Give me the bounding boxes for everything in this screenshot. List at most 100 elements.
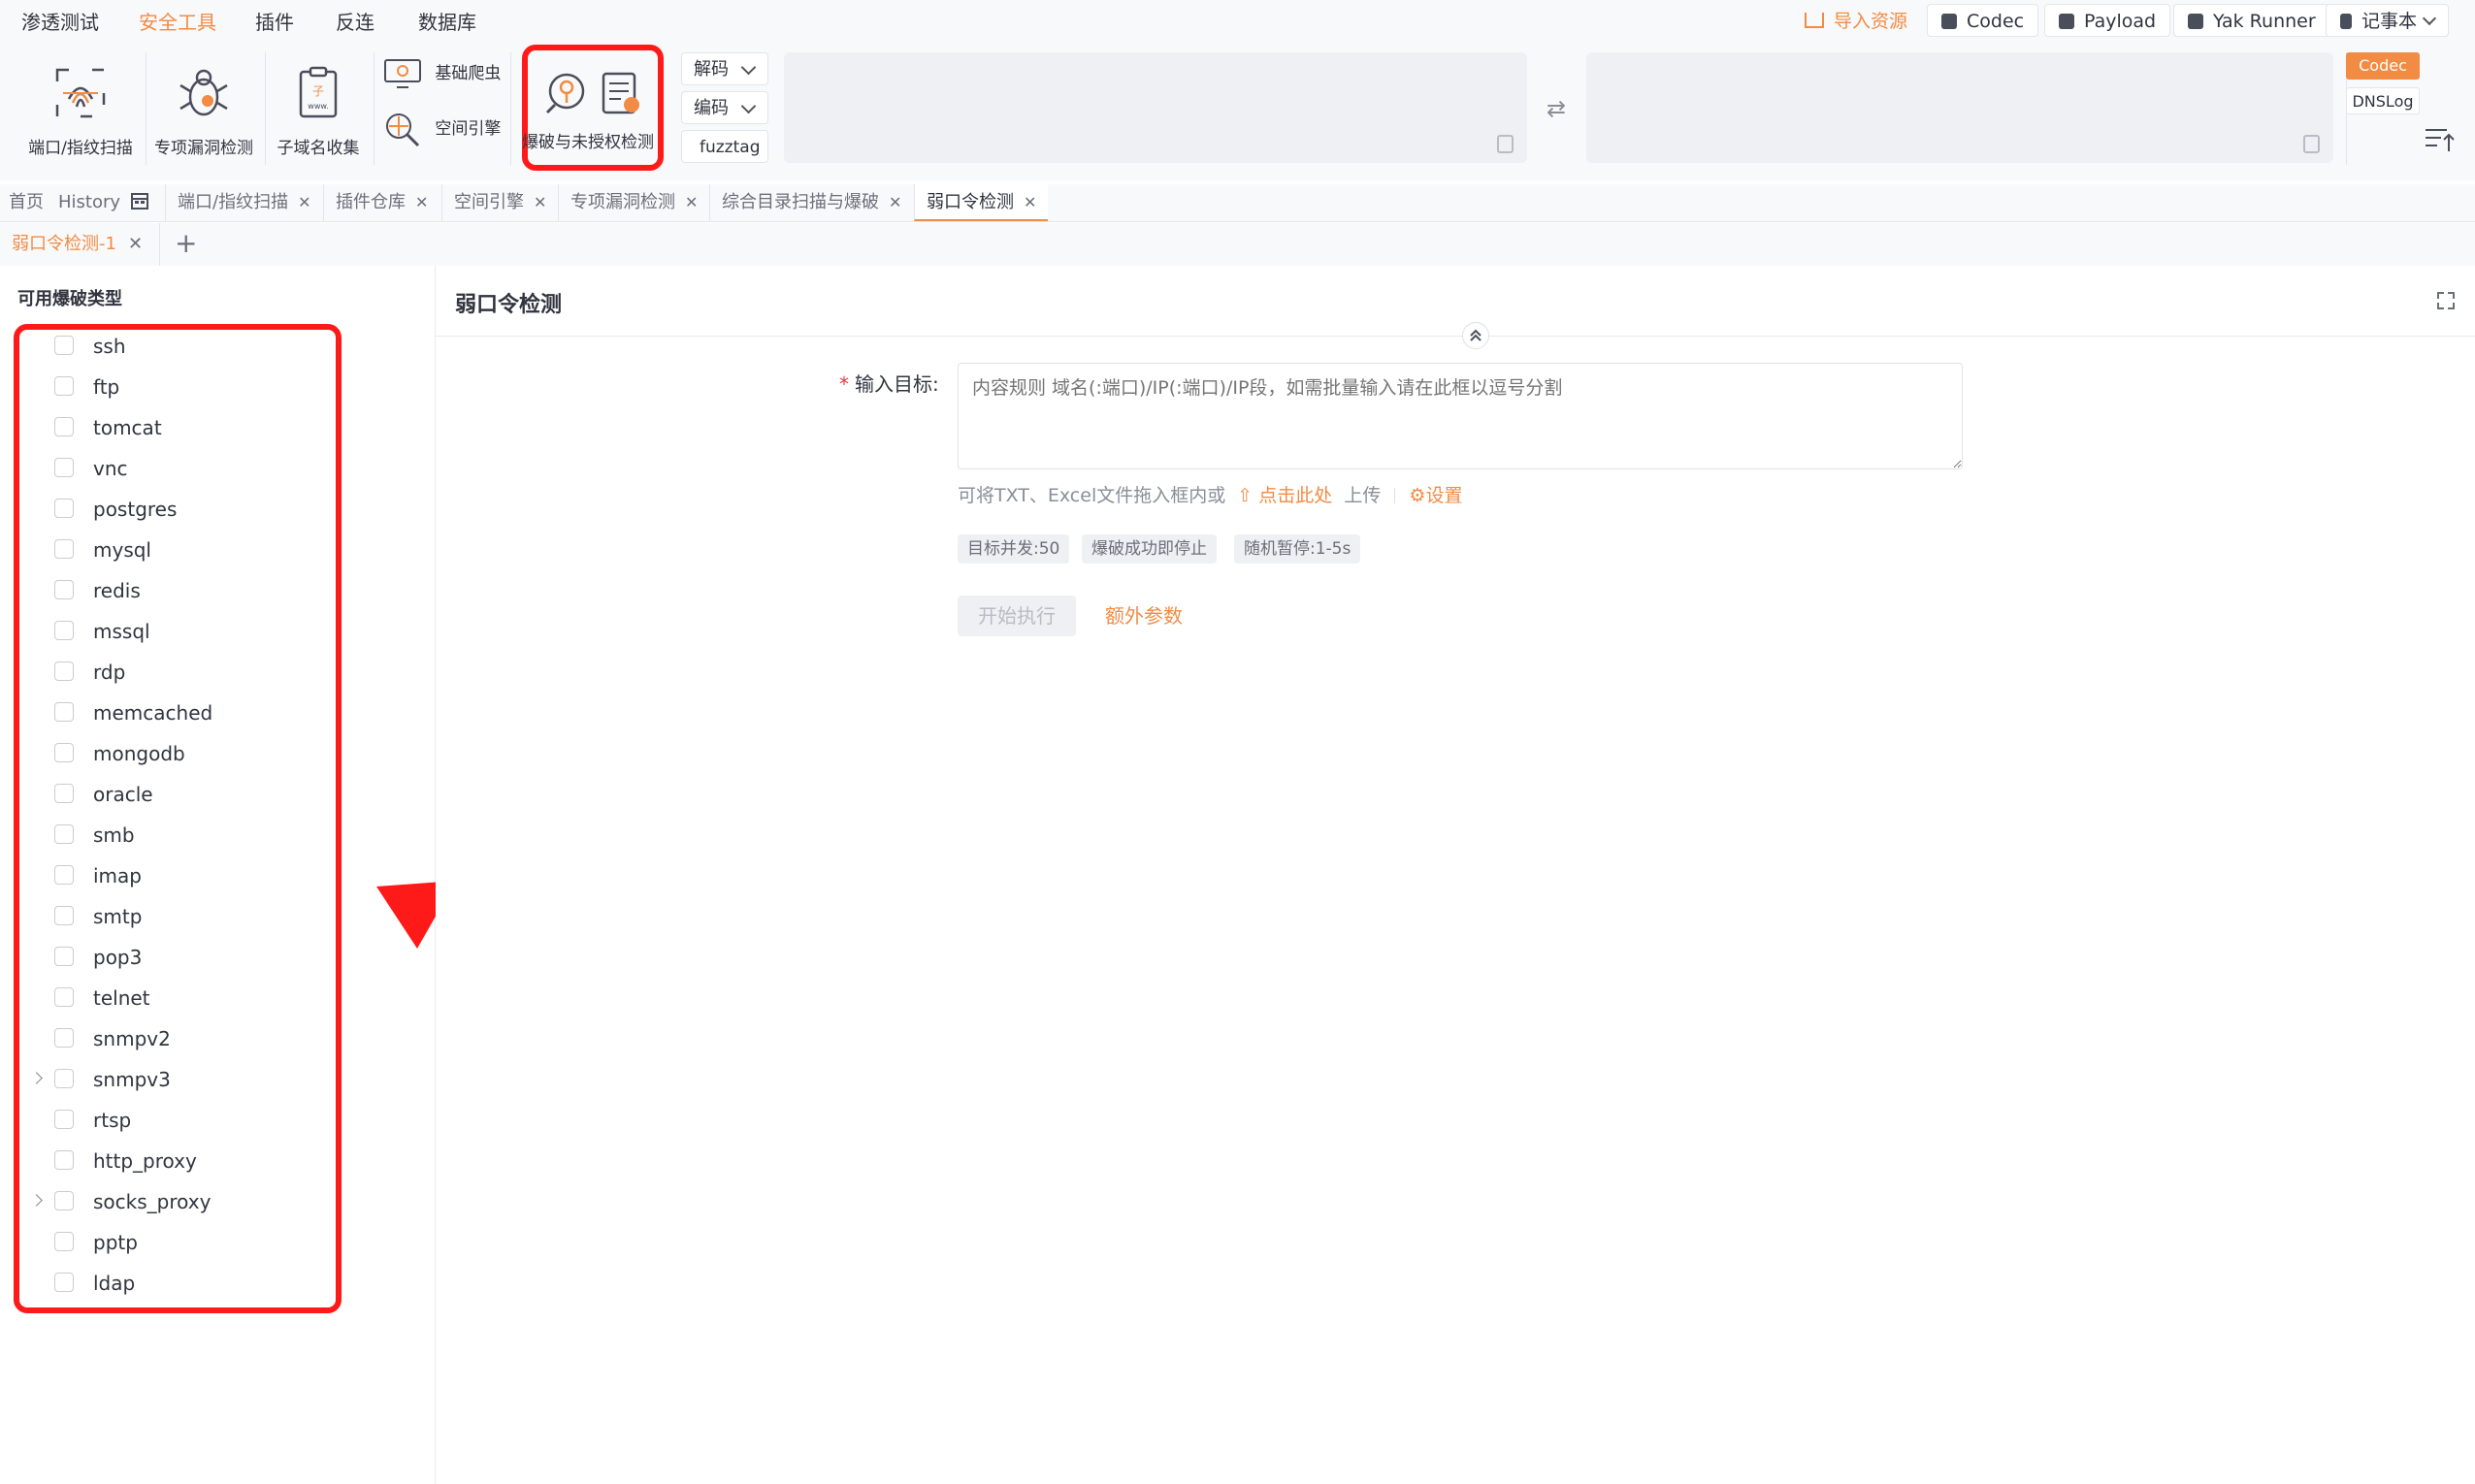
- toolbar-divider: [265, 52, 266, 165]
- brute-type-label: ldap: [93, 1272, 136, 1295]
- brute-type-checkbox[interactable]: [54, 906, 74, 925]
- main-panel: 弱口令检测 *输入目标: 可将TXT、Excel文件拖入框内或 ⇧ 点击此处 上…: [436, 266, 2475, 1484]
- codec-side-tab[interactable]: Codec: [2346, 52, 2420, 80]
- sub-tabs: 弱口令检测-1 ✕ +: [0, 223, 2475, 267]
- tab-history[interactable]: History: [58, 184, 120, 221]
- double-chevron-up-icon: [1470, 329, 1482, 341]
- brute-type-checkbox[interactable]: [54, 1110, 74, 1129]
- notebook-icon: [2340, 14, 2352, 29]
- brute-type-checkbox[interactable]: [54, 580, 74, 599]
- extra-params-button[interactable]: 额外参数: [1105, 596, 1183, 636]
- brute-type-checkbox[interactable]: [54, 417, 74, 436]
- brute-type-checkbox[interactable]: [54, 743, 74, 762]
- hint-divider: [1394, 488, 1396, 503]
- import-icon: [1805, 13, 1824, 28]
- tab-home[interactable]: 首页: [9, 184, 44, 221]
- brute-type-label: ssh: [93, 335, 126, 358]
- brute-type-title: 可用爆破类型: [17, 289, 122, 309]
- brute-type-checkbox[interactable]: [54, 1273, 74, 1292]
- add-tab-button[interactable]: +: [175, 227, 197, 260]
- brute-type-checkbox[interactable]: [54, 1150, 74, 1170]
- settings-link[interactable]: ⚙设置: [1409, 485, 1462, 506]
- bug-icon: [175, 64, 233, 122]
- copy-icon[interactable]: [1497, 135, 1514, 153]
- collapse-form-button[interactable]: [1462, 322, 1489, 349]
- brute-type-label: socks_proxy: [93, 1190, 212, 1213]
- tab-weak-password[interactable]: 弱口令检测 ✕: [914, 184, 1049, 221]
- chevron-right-icon[interactable]: [30, 1072, 43, 1084]
- tab-vuln-detect[interactable]: 专项漏洞检测 ✕: [558, 184, 698, 221]
- encode-dropdown[interactable]: 编码: [681, 91, 768, 124]
- port-scan-tool[interactable]: 端口/指纹扫描: [27, 64, 134, 158]
- brute-type-label: mssql: [93, 620, 150, 643]
- swap-icon[interactable]: ⇄: [1547, 95, 1566, 122]
- brute-type-checkbox[interactable]: [54, 1191, 74, 1210]
- yak-runner-button[interactable]: Yak Runner: [2173, 4, 2330, 37]
- calendar-icon[interactable]: [130, 184, 149, 221]
- start-button[interactable]: 开始执行: [958, 596, 1076, 636]
- menu-security-tools[interactable]: 安全工具: [139, 8, 216, 37]
- collapse-toolbar-icon[interactable]: [2424, 126, 2455, 157]
- basic-crawler-tool[interactable]: 基础爬虫: [383, 58, 501, 89]
- menu-reverse[interactable]: 反连: [336, 8, 375, 37]
- fingerprint-icon: [51, 64, 110, 122]
- tab-space-engine[interactable]: 空间引擎 ✕: [441, 184, 546, 221]
- decode-dropdown[interactable]: 解码: [681, 52, 768, 85]
- fuzztag-button[interactable]: fuzztag: [681, 130, 768, 163]
- brute-type-checkbox[interactable]: [54, 824, 74, 844]
- brute-type-label: smb: [93, 823, 135, 847]
- brute-type-checkbox[interactable]: [54, 1232, 74, 1251]
- dnslog-side-tab[interactable]: DNSLog: [2346, 87, 2420, 114]
- toolbar-divider: [510, 52, 511, 165]
- subdomain-tool[interactable]: 子 www. 子域名收集: [270, 64, 367, 158]
- vuln-detect-tool[interactable]: 专项漏洞检测: [150, 64, 257, 158]
- brute-force-tool[interactable]: 爆破与未授权检测: [522, 45, 664, 171]
- brute-type-checkbox[interactable]: [54, 987, 74, 1007]
- brute-type-checkbox[interactable]: [54, 621, 74, 640]
- brute-type-checkbox[interactable]: [54, 458, 74, 477]
- close-icon[interactable]: ✕: [1024, 184, 1036, 221]
- close-icon[interactable]: ✕: [128, 234, 143, 254]
- tab-plugin-store[interactable]: 插件仓库 ✕: [323, 184, 428, 221]
- tab-dir-scan[interactable]: 综合目录扫描与爆破 ✕: [709, 184, 901, 221]
- codec-input-area[interactable]: [784, 52, 1527, 163]
- brute-type-checkbox[interactable]: [54, 1028, 74, 1048]
- brute-type-checkbox[interactable]: [54, 661, 74, 681]
- page-tabs: 首页 History 端口/指纹扫描 ✕ 插件仓库 ✕ 空间引擎 ✕ 专项漏洞检测 ✕ …: [0, 184, 2475, 222]
- brute-type-checkbox[interactable]: [54, 376, 74, 396]
- fullscreen-icon[interactable]: [2436, 291, 2456, 314]
- close-icon[interactable]: ✕: [685, 184, 698, 221]
- close-icon[interactable]: ✕: [415, 184, 428, 221]
- toolbar-divider: [374, 52, 375, 165]
- brute-type-label: mysql: [93, 538, 151, 562]
- subtab-weak-password-1[interactable]: 弱口令检测-1 ✕: [12, 231, 143, 258]
- upload-link[interactable]: ⇧ 点击此处: [1237, 485, 1332, 506]
- codec-button[interactable]: Codec: [1927, 4, 2039, 37]
- target-input[interactable]: [958, 363, 1963, 469]
- brute-type-checkbox[interactable]: [54, 499, 74, 518]
- brute-type-list: ssh ftp tomcat vnc postgres mysql redis mssql rd…: [0, 324, 435, 1313]
- brute-type-checkbox[interactable]: [54, 865, 74, 885]
- menu-database[interactable]: 数据库: [418, 8, 476, 37]
- brute-type-checkbox[interactable]: [54, 336, 74, 355]
- notebook-button[interactable]: 记事本: [2326, 4, 2450, 37]
- copy-icon[interactable]: [2303, 135, 2320, 153]
- brute-type-checkbox[interactable]: [54, 702, 74, 722]
- payload-button[interactable]: Payload: [2044, 4, 2171, 37]
- brute-type-label: postgres: [93, 498, 178, 521]
- menu-pentest[interactable]: 渗透测试: [21, 8, 99, 37]
- brute-type-checkbox[interactable]: [54, 1069, 74, 1088]
- menu-plugins[interactable]: 插件: [255, 8, 294, 37]
- close-icon[interactable]: ✕: [534, 184, 546, 221]
- import-resource-link[interactable]: 导入资源: [1805, 6, 1907, 37]
- chevron-right-icon[interactable]: [30, 1194, 43, 1207]
- close-icon[interactable]: ✕: [889, 184, 901, 221]
- tab-port-scan[interactable]: 端口/指纹扫描 ✕: [165, 184, 310, 221]
- codec-output-area[interactable]: [1586, 52, 2333, 163]
- space-engine-tool[interactable]: 空间引擎: [383, 111, 501, 147]
- brute-type-label: pop3: [93, 946, 143, 969]
- brute-type-checkbox[interactable]: [54, 539, 74, 559]
- brute-type-checkbox[interactable]: [54, 947, 74, 966]
- brute-type-checkbox[interactable]: [54, 784, 74, 803]
- close-icon[interactable]: ✕: [298, 184, 310, 221]
